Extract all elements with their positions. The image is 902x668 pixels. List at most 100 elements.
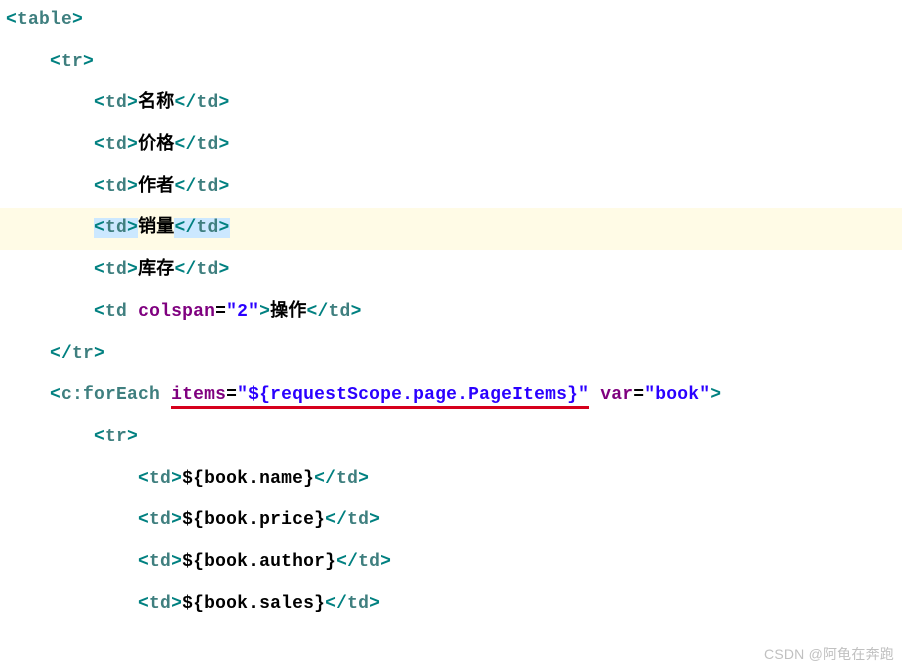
attr-items: items	[171, 385, 226, 409]
code-line[interactable]: <tr>	[0, 417, 902, 459]
tag-td: td	[105, 93, 127, 113]
angle-close: >	[127, 177, 138, 197]
angle-open: <	[50, 385, 61, 405]
tag-td-close: td	[336, 469, 358, 489]
angle-open: <	[138, 594, 149, 614]
angle-open: <	[94, 177, 105, 197]
angle-close: >	[127, 260, 138, 280]
tag-td-close: td	[196, 260, 218, 280]
tag-tr: tr	[105, 427, 127, 447]
code-line[interactable]: <td>${book.sales}</td>	[0, 584, 902, 626]
angle-close: >	[171, 510, 182, 530]
angle-open: <	[138, 510, 149, 530]
cell-text-ops: 操作	[270, 302, 306, 322]
expr-book-price: ${book.price}	[182, 510, 325, 530]
tag-td-close: td	[329, 302, 351, 322]
cell-text-price: 价格	[138, 135, 174, 155]
angle-close: >	[83, 52, 94, 72]
code-line[interactable]: <td>作者</td>	[0, 167, 902, 209]
tag-td: td	[105, 177, 127, 197]
angle-close: >	[369, 510, 380, 530]
angle-open: </	[174, 260, 196, 280]
angle-close: >	[171, 469, 182, 489]
angle-close: >	[127, 93, 138, 113]
cell-text-stock: 库存	[138, 260, 174, 280]
val-colspan: "2"	[226, 302, 259, 322]
angle-close: >	[219, 177, 230, 197]
angle-open: </	[174, 135, 196, 155]
angle-close: >	[369, 594, 380, 614]
angle-open: <	[94, 93, 105, 113]
angle-close: >	[380, 552, 391, 572]
angle-open: <	[138, 552, 149, 572]
tag-td: td	[149, 552, 171, 572]
code-line[interactable]: <tr>	[0, 42, 902, 84]
indent	[6, 385, 50, 405]
val-var: "book"	[644, 385, 710, 405]
indent	[6, 552, 138, 572]
code-line-highlighted[interactable]: <td>销量</td>	[0, 208, 902, 250]
attr-var: var	[600, 385, 633, 405]
tag-td: td	[105, 302, 127, 322]
angle-open: </	[307, 302, 329, 322]
angle-close: >	[127, 427, 138, 447]
indent	[6, 52, 50, 72]
indent	[6, 260, 94, 280]
indent	[6, 510, 138, 530]
attr-colspan: colspan	[138, 302, 215, 322]
angle-open: <	[94, 260, 105, 280]
code-line[interactable]: <c:forEach items="${requestScope.page.Pa…	[0, 375, 902, 417]
tag-td: td	[105, 260, 127, 280]
indent	[6, 344, 50, 364]
tag-td: td	[105, 135, 127, 155]
tag-td: td	[149, 510, 171, 530]
angle-close: >	[259, 302, 270, 322]
angle-open: <	[94, 427, 105, 447]
angle-close: >	[710, 385, 721, 405]
indent	[6, 218, 94, 238]
tag-td-close: td	[196, 93, 218, 113]
cell-text-author: 作者	[138, 177, 174, 197]
indent	[6, 594, 138, 614]
angle-close: >	[171, 552, 182, 572]
tag-td: td	[105, 218, 127, 238]
angle-close: >	[358, 469, 369, 489]
angle-close: >	[219, 135, 230, 155]
indent	[6, 469, 138, 489]
angle-open: </	[174, 218, 196, 238]
space	[127, 302, 138, 322]
expr-book-sales: ${book.sales}	[182, 594, 325, 614]
code-line[interactable]: <td colspan="2">操作</td>	[0, 292, 902, 334]
cell-text-sales: 销量	[138, 218, 174, 238]
space	[160, 385, 171, 405]
angle-open: </	[174, 177, 196, 197]
code-line[interactable]: <td>${book.author}</td>	[0, 542, 902, 584]
equals: =	[633, 385, 644, 405]
angle-open: <	[138, 469, 149, 489]
code-line[interactable]: <td>价格</td>	[0, 125, 902, 167]
angle-open: </	[325, 510, 347, 530]
indent	[6, 427, 94, 447]
code-line[interactable]: <td>${book.name}</td>	[0, 459, 902, 501]
angle-open: </	[174, 93, 196, 113]
tag-td: td	[149, 594, 171, 614]
equals: =	[215, 302, 226, 322]
space	[589, 385, 600, 405]
angle-close: >	[127, 135, 138, 155]
code-line[interactable]: <td>${book.price}</td>	[0, 500, 902, 542]
code-line[interactable]: <table>	[0, 0, 902, 42]
angle-close: >	[219, 218, 230, 238]
angle-open: <	[94, 302, 105, 322]
angle-close: >	[351, 302, 362, 322]
angle-open: </	[336, 552, 358, 572]
indent	[6, 177, 94, 197]
angle-close: >	[127, 218, 138, 238]
angle-close: >	[72, 10, 83, 30]
watermark-text: CSDN @阿龟在奔跑	[764, 644, 894, 664]
code-line[interactable]: <td>库存</td>	[0, 250, 902, 292]
angle-close: >	[171, 594, 182, 614]
code-line[interactable]: </tr>	[0, 334, 902, 376]
code-line[interactable]: <td>名称</td>	[0, 83, 902, 125]
tag-tr: tr	[61, 52, 83, 72]
angle-open: <	[94, 135, 105, 155]
